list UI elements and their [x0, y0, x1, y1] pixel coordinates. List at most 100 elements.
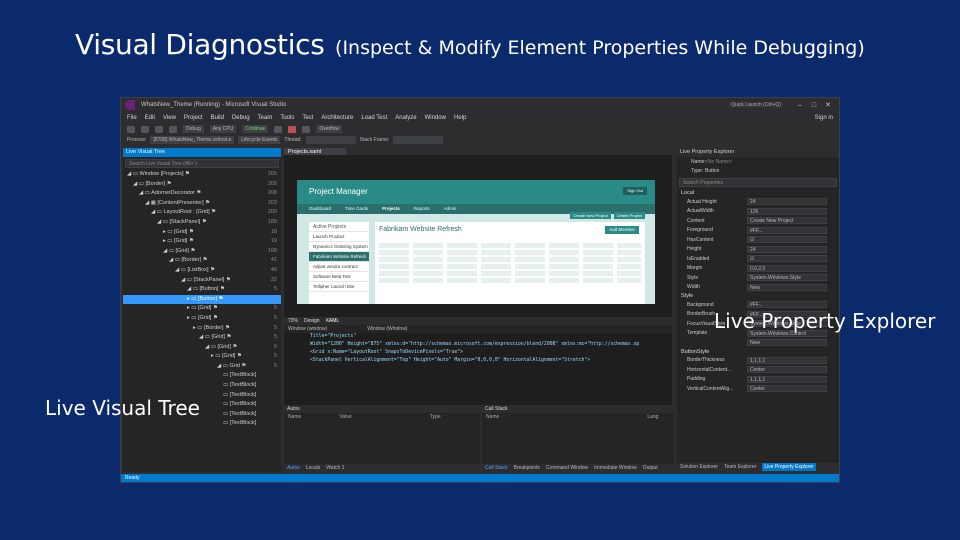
config-select[interactable]: Debug [183, 125, 204, 133]
solution-select[interactable]: Overflow [316, 125, 343, 133]
menu-team[interactable]: Team [258, 115, 273, 121]
breadcrumb-left[interactable]: Window (window) [288, 325, 327, 333]
tree-node-selected[interactable]: ▸ ▭ [Button] ⚑ 5 [123, 294, 281, 305]
col-name[interactable]: Name [288, 413, 301, 421]
nav-admin[interactable]: Admin [444, 204, 457, 214]
undo-icon[interactable] [169, 125, 177, 133]
create-project-button[interactable]: Create New Project [570, 212, 611, 219]
menu-window[interactable]: Window [425, 115, 446, 121]
thread-select[interactable] [305, 136, 356, 144]
nav-projects[interactable]: Projects [382, 204, 400, 214]
tab-design[interactable]: Design [304, 317, 320, 325]
tree-node[interactable]: ◢ ▭ Grid ⚑ 5 [123, 362, 281, 372]
platform-select[interactable]: Any CPU [209, 125, 237, 133]
sidebar-item[interactable]: Dynamics Ordering System [309, 242, 369, 252]
continue-button[interactable]: Continue [242, 125, 269, 133]
col-name[interactable]: Name [486, 413, 499, 421]
sidebar-item[interactable]: Software Beta Test [309, 272, 369, 282]
tree-node[interactable]: ◢ ▭ [Grid] ⚑ 5 [123, 333, 281, 343]
lifecycle-select[interactable]: Lifecycle Events [238, 136, 281, 144]
code-line[interactable]: <StackPanel VerticalAlignment="Top" Heig… [284, 357, 672, 365]
minimize-icon[interactable]: – [793, 102, 807, 109]
tree-node[interactable]: ◢ ▭ AdornerDecorator ⚑ 208 [123, 189, 281, 199]
tab-call-stack[interactable]: Call Stack [485, 464, 508, 472]
tree-node[interactable]: ◢ ▭ [Button] ⚑ 5 [123, 285, 281, 295]
tree-node[interactable]: ◢ ▭ Window [Projects] ⚑ 265 [123, 170, 281, 180]
property-search[interactable]: Search Properties [679, 178, 837, 187]
group-button-style[interactable]: ButtonStyle [677, 348, 839, 356]
tree-node[interactable]: ◢ ▭ [ListBox] ⚑ 40 [123, 266, 281, 276]
tree-node[interactable]: ▸ ▭ [Grid] ⚑ 5 [123, 314, 281, 324]
menu-test[interactable]: Test [302, 115, 313, 121]
property-value[interactable]: 24 [747, 198, 827, 206]
menu-build[interactable]: Build [211, 115, 224, 121]
menu-file[interactable]: File [127, 115, 137, 121]
nav-time-cards[interactable]: Time Cards [345, 204, 368, 214]
tab-autos[interactable]: Autos [287, 464, 300, 472]
property-value[interactable]: Center [747, 385, 827, 393]
tab-solution-explorer[interactable]: Solution Explorer [680, 463, 718, 471]
property-value[interactable]: 1,1,1,1 [747, 356, 827, 364]
property-value[interactable]: 0,0,2,0 [747, 264, 827, 272]
tree-node[interactable]: ◢ ▭ LayoutRoot : [Grid] ⚑ 200 [123, 208, 281, 218]
tree-node[interactable]: ◢ ▭ [Border] ⚑ 209 [123, 180, 281, 190]
menu-load-test[interactable]: Load Test [361, 115, 387, 121]
add-member-button[interactable]: Add Member [605, 226, 639, 234]
zoom-level[interactable]: 73% [288, 317, 298, 325]
property-value[interactable]: System.Windows.Style [747, 274, 827, 282]
delete-project-button[interactable]: Delete Project [613, 212, 645, 219]
close-icon[interactable]: ✕ [821, 101, 835, 109]
group-local[interactable]: Local [677, 189, 839, 197]
live-visual-tree-search[interactable]: Search Live Visual Tree (Alt+`) [125, 159, 279, 168]
group-style[interactable]: Style [677, 292, 839, 300]
sign-in-link[interactable]: Sign in [815, 115, 833, 121]
property-value[interactable]: ☑ [747, 255, 827, 263]
menu-debug[interactable]: Debug [232, 115, 250, 121]
property-value[interactable]: 24 [747, 245, 827, 253]
pause-icon[interactable] [274, 125, 283, 133]
menu-analyze[interactable]: Analyze [395, 115, 416, 121]
property-value[interactable]: Create New Project [747, 217, 827, 225]
tree-node[interactable]: ◢ ▭ [StackPanel] ⚑ 32 [123, 276, 281, 286]
tab-locals[interactable]: Locals [306, 464, 320, 472]
maximize-icon[interactable]: □ [807, 102, 821, 109]
tab-command-window[interactable]: Command Window [546, 464, 588, 472]
code-line[interactable]: <Grid x:Name="LayoutRoot" SnapsToDeviceP… [284, 349, 672, 357]
menu-architecture[interactable]: Architecture [321, 115, 353, 121]
tree-node[interactable]: ▸ ▭ [Grid] ⚑ 5 [123, 352, 281, 362]
stack-frame-select[interactable] [393, 136, 444, 144]
menu-help[interactable]: Help [454, 115, 466, 121]
nav-reports[interactable]: Reports [414, 204, 430, 214]
quick-launch[interactable]: Quick Launch (Ctrl+Q) [727, 102, 785, 108]
tab-live-property-explorer[interactable]: Live Property Explorer [762, 463, 816, 471]
tab-immediate-window[interactable]: Immediate Window [594, 464, 637, 472]
property-value[interactable]: ☑ [747, 236, 827, 244]
tab-xaml[interactable]: XAML [326, 317, 340, 325]
menu-view[interactable]: View [163, 115, 176, 121]
code-line[interactable]: Width="1200" Height="875" xmlns:d="http:… [284, 341, 672, 349]
nav-dashboard[interactable]: Dashboard [309, 204, 331, 214]
forward-icon[interactable] [141, 125, 149, 133]
back-icon[interactable] [127, 125, 135, 133]
save-icon[interactable] [155, 125, 163, 133]
tree-node[interactable]: ◢ ▭ [StackPanel] ⚑ 189 [123, 218, 281, 228]
breadcrumb-right[interactable]: Window (Window) [367, 325, 407, 333]
tree-node[interactable]: ▸ ▭ [Border] ⚑ 5 [123, 324, 281, 334]
sidebar-item[interactable]: Launch Product [309, 232, 369, 242]
property-value[interactable]: #FF... [747, 226, 827, 234]
restart-icon[interactable] [302, 125, 311, 133]
sidebar-item[interactable]: Tellipher Launch bbe [309, 282, 369, 292]
property-value[interactable]: 126 [747, 207, 827, 215]
menu-tools[interactable]: Tools [280, 115, 294, 121]
property-value[interactable]: New [747, 283, 827, 291]
property-value[interactable]: 1,1,1,1 [747, 375, 827, 383]
stop-icon[interactable] [288, 125, 297, 133]
property-value[interactable]: New [747, 339, 827, 347]
tree-node[interactable]: ◢ ▦ [ContentPresenter] ⚑ 203 [123, 199, 281, 209]
menu-project[interactable]: Project [184, 115, 203, 121]
tree-node[interactable]: ▭ [TextBlock] [123, 381, 281, 391]
process-select[interactable]: [8708] WhatsNew_Theme.vshost.e [150, 136, 235, 144]
tree-node[interactable]: ▭ [TextBlock] [123, 371, 281, 381]
property-value[interactable]: #FF... [747, 301, 827, 309]
menu-edit[interactable]: Edit [145, 115, 155, 121]
